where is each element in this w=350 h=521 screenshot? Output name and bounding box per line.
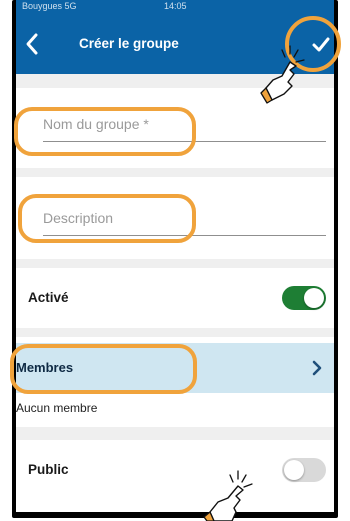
pointing-hand-icon	[260, 45, 305, 104]
page-title: Créer le groupe	[79, 36, 179, 51]
active-label: Activé	[28, 290, 69, 305]
toggle-knob	[284, 460, 304, 480]
chevron-right-icon	[312, 360, 322, 376]
members-callout	[10, 344, 197, 394]
status-bar: Bouygues 5G 14:05	[16, 0, 334, 14]
back-button[interactable]	[20, 28, 48, 60]
active-toggle[interactable]	[282, 286, 326, 310]
members-subtitle: Aucun membre	[16, 401, 98, 415]
chevron-left-icon	[26, 33, 38, 55]
public-row: Public	[16, 440, 334, 512]
description-field-callout	[18, 194, 196, 243]
active-row: Activé	[16, 268, 334, 328]
public-toggle[interactable]	[282, 458, 326, 482]
status-time: 14:05	[164, 1, 187, 11]
carrier-label: Bouygues 5G	[22, 1, 77, 11]
pointing-hand-icon	[203, 470, 253, 521]
name-field-callout	[14, 107, 196, 156]
toggle-knob	[304, 288, 324, 308]
public-label: Public	[28, 462, 69, 477]
